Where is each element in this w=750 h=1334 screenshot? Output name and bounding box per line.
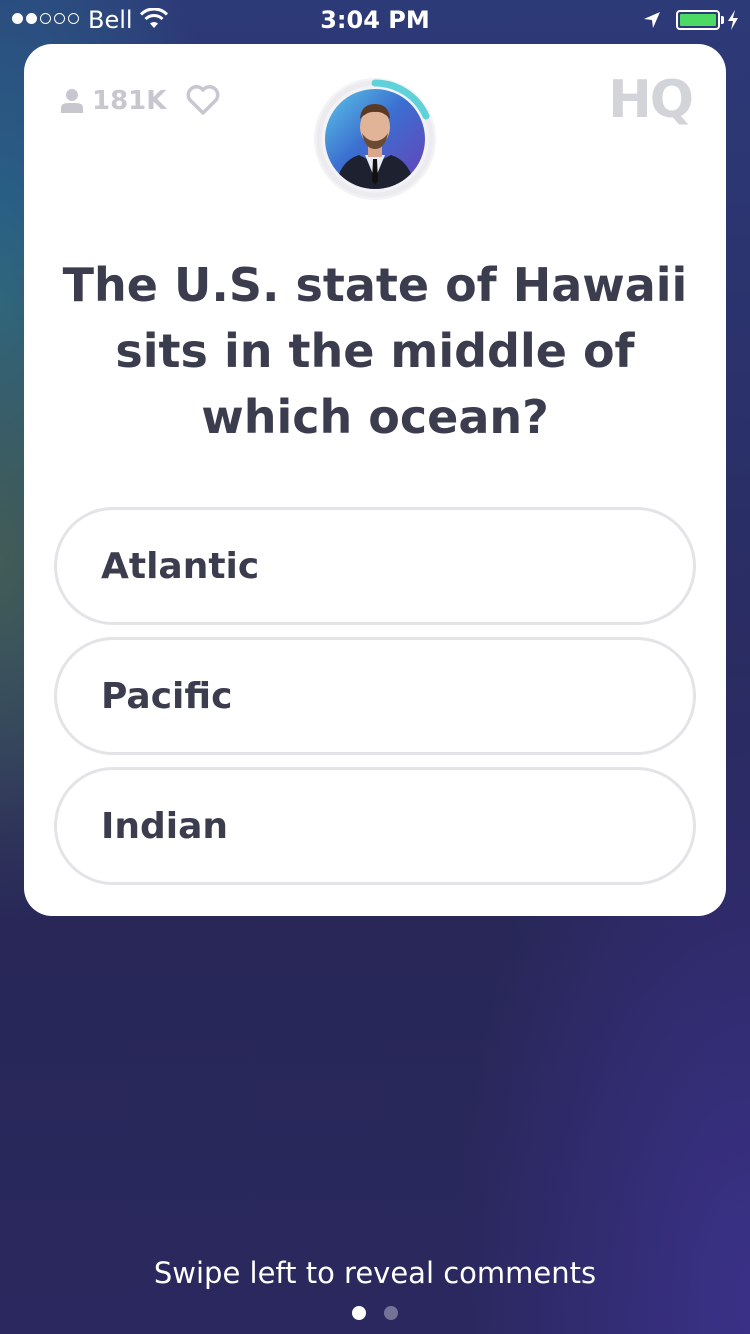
host-avatar: [314, 78, 436, 200]
answer-label: Indian: [101, 805, 229, 847]
viewer-count-label: 181K: [92, 86, 167, 116]
question-text: The U.S. state of Hawaii sits in the mid…: [62, 258, 688, 444]
charging-bolt-icon: [728, 10, 738, 30]
location-arrow-icon: [644, 12, 660, 28]
answer-option-2[interactable]: Pacific: [54, 637, 696, 755]
page-dot-active: [352, 1306, 366, 1320]
answer-option-3[interactable]: Indian: [54, 767, 696, 885]
answer-label: Pacific: [101, 675, 233, 717]
battery-icon: [676, 10, 720, 30]
answer-label: Atlantic: [101, 545, 260, 587]
heart-icon[interactable]: [186, 84, 220, 116]
status-bar: Bell 3:04 PM: [0, 0, 750, 40]
answer-option-1[interactable]: Atlantic: [54, 507, 696, 625]
page-indicator[interactable]: [352, 1306, 398, 1320]
page-dot: [384, 1306, 398, 1320]
viewer-count: 181K: [60, 86, 166, 116]
hq-logo: HQ: [608, 70, 694, 130]
person-icon: [61, 89, 83, 113]
question-card: 181K HQ The U.S. state of Hawaii sits in…: [24, 44, 726, 916]
clock: 3:04 PM: [320, 6, 430, 34]
swipe-hint: Swipe left to reveal comments: [153, 1256, 597, 1290]
host-photo: [325, 89, 425, 189]
